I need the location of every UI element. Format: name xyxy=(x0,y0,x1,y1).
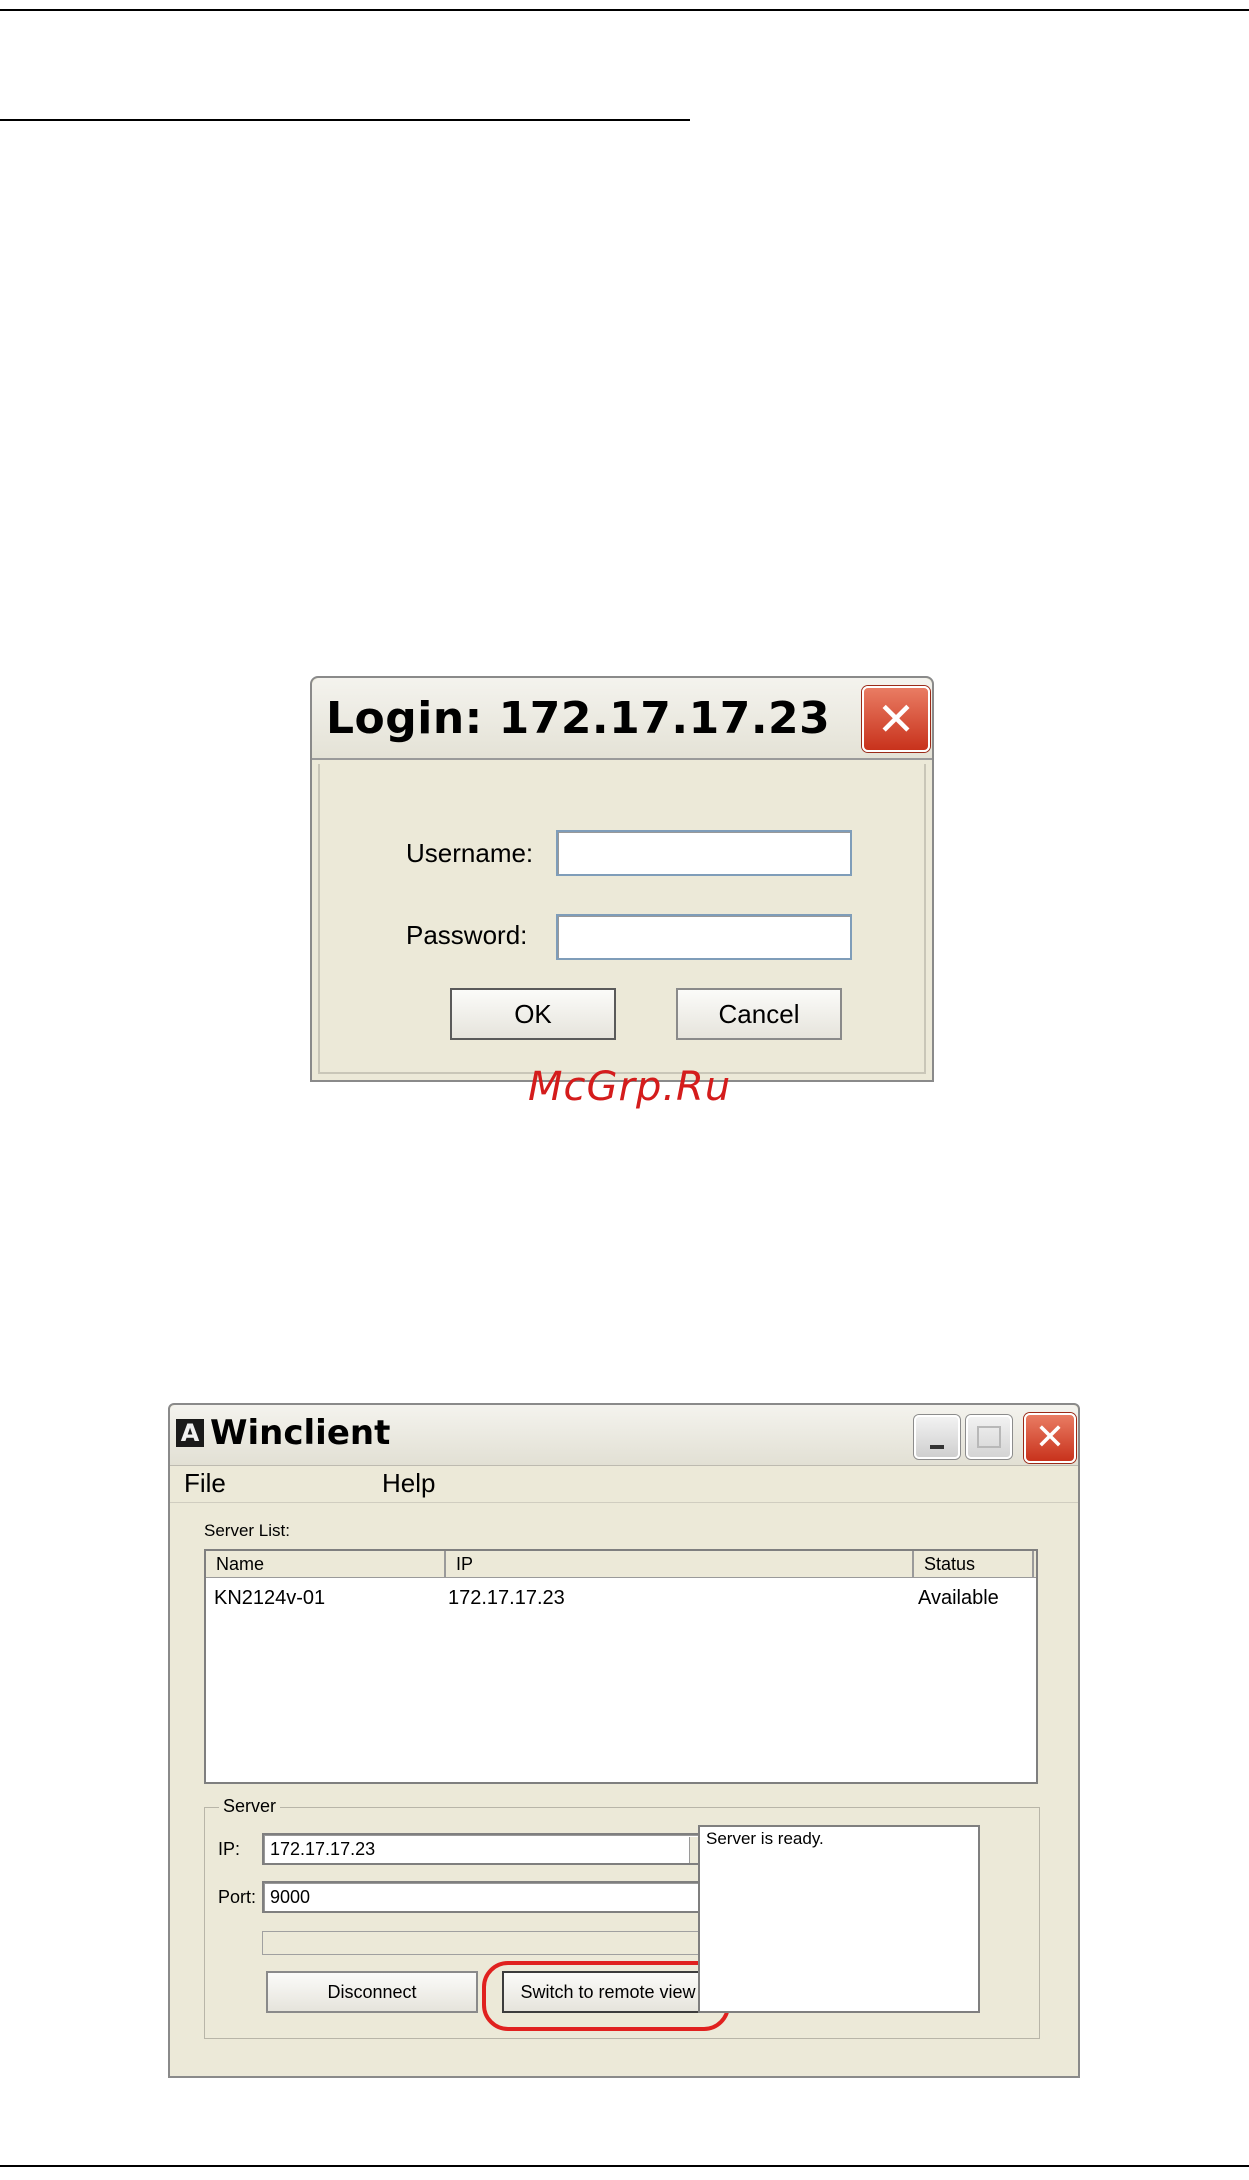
username-label: Username: xyxy=(406,838,534,868)
watermark: McGrp.Ru xyxy=(528,1064,732,1110)
password-label: Password: xyxy=(406,920,528,950)
login-body: Username: Password: OK Cancel xyxy=(318,764,926,1074)
server-group-label: Server xyxy=(219,1796,281,1817)
login-dialog: Login: 172.17.17.23 ✕ Username: Password… xyxy=(310,676,934,1082)
winclient-title-bar[interactable]: A Winclient ✕ xyxy=(170,1405,1078,1466)
winclient-window: A Winclient ✕ File Help Server List: Nam… xyxy=(168,1403,1080,2078)
close-icon: ✕ xyxy=(1034,1417,1066,1458)
cancel-button[interactable]: Cancel xyxy=(676,988,842,1040)
minimize-button[interactable] xyxy=(914,1415,960,1459)
menu-file[interactable]: File xyxy=(184,1468,226,1499)
close-icon: ✕ xyxy=(876,692,916,746)
login-title: Login: 172.17.17.23 xyxy=(326,693,831,744)
password-input[interactable] xyxy=(556,914,852,960)
row-name: KN2124v-01 xyxy=(214,1587,326,1609)
login-title-bar[interactable]: Login: 172.17.17.23 ✕ xyxy=(312,678,932,760)
username-input[interactable] xyxy=(556,830,852,876)
ip-combobox[interactable]: 172.17.17.23 ▼ xyxy=(262,1833,722,1865)
maximize-button[interactable] xyxy=(966,1415,1012,1459)
server-list-label: Server List: xyxy=(204,1521,290,1540)
port-input[interactable] xyxy=(262,1881,722,1913)
winclient-title: Winclient xyxy=(210,1413,391,1453)
page-top-rule xyxy=(0,9,1249,11)
server-list-header: Name IP Status xyxy=(206,1551,1036,1578)
status-message-box: Server is ready. xyxy=(698,1825,980,2013)
ip-value: 172.17.17.23 xyxy=(270,1839,376,1859)
status-message: Server is ready. xyxy=(706,1829,824,1848)
ip-label: IP: xyxy=(218,1839,241,1859)
login-close-button[interactable]: ✕ xyxy=(862,686,930,752)
menu-help[interactable]: Help xyxy=(382,1468,435,1499)
winclient-close-button[interactable]: ✕ xyxy=(1024,1413,1076,1463)
menu-bar: File Help xyxy=(170,1466,1078,1503)
column-header-status[interactable]: Status xyxy=(914,1551,1034,1577)
highlight-ring xyxy=(482,1961,730,2031)
connection-progress-bar xyxy=(262,1931,722,1955)
column-header-ip[interactable]: IP xyxy=(446,1551,914,1577)
row-ip: 172.17.17.23 xyxy=(448,1587,565,1609)
page-bottom-rule xyxy=(0,2165,1249,2167)
section-heading-underline xyxy=(0,119,690,121)
row-status: Available xyxy=(918,1587,999,1609)
port-label: Port: xyxy=(218,1887,257,1907)
column-header-name[interactable]: Name xyxy=(206,1551,446,1577)
ok-button[interactable]: OK xyxy=(450,988,616,1040)
app-logo-icon: A xyxy=(176,1419,204,1447)
disconnect-button[interactable]: Disconnect xyxy=(266,1971,478,2013)
server-list[interactable]: Name IP Status KN2124v-01 172.17.17.23 A… xyxy=(204,1549,1038,1784)
